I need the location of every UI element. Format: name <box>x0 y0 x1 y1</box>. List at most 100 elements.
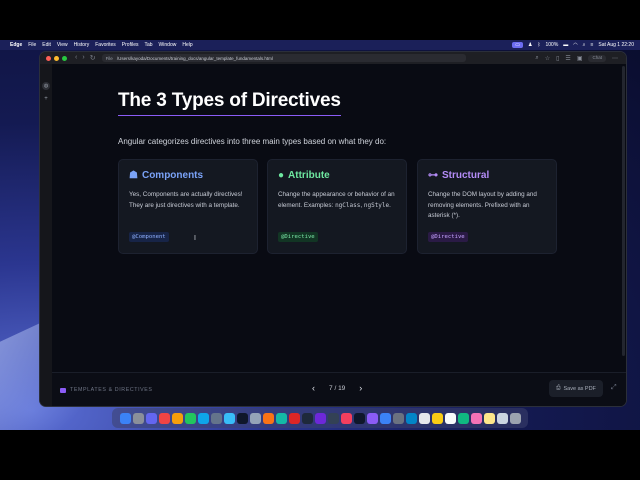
decorator-tag: @Component <box>129 232 169 242</box>
screen-share-icon[interactable]: ▭ <box>512 42 523 48</box>
back-arrow-icon[interactable]: ‹ <box>75 54 77 62</box>
page-scrollbar[interactable] <box>622 66 625 356</box>
bluetooth-icon[interactable]: ᛒ <box>537 42 540 48</box>
intro-text: Angular categorizes directives into thre… <box>118 137 387 146</box>
app-icon[interactable] <box>314 412 326 424</box>
notes-icon[interactable] <box>431 412 443 424</box>
menubar-clock[interactable]: Sat Aug 1 22:20 <box>598 42 634 48</box>
app-icon[interactable] <box>145 412 157 424</box>
decorator-tag: @Directive <box>278 232 318 242</box>
card-attribute: ● Attribute Change the appearance or beh… <box>267 159 407 254</box>
user-icon[interactable]: ♟ <box>528 42 532 48</box>
menu-app-name[interactable]: Edge <box>10 42 22 48</box>
github-icon[interactable] <box>353 412 365 424</box>
footer-brand-label: TEMPLATES & DIRECTIVES <box>70 387 153 393</box>
save-as-pdf-button[interactable]: ⎙ Save as PDF <box>549 380 603 397</box>
code-ngclass: ngClass <box>335 201 361 209</box>
app-icon[interactable] <box>197 412 209 424</box>
wifi-icon[interactable]: ◠ <box>573 42 577 48</box>
maximize-window-button[interactable] <box>62 55 67 61</box>
app-icon[interactable] <box>236 412 248 424</box>
reload-icon[interactable]: ↻ <box>90 54 96 62</box>
app-store-icon[interactable] <box>379 412 391 424</box>
app-icon[interactable] <box>483 412 495 424</box>
slide-footer: TEMPLATES & DIRECTIVES ‹ 7 / 19 › ⎙ Save… <box>52 372 626 406</box>
chrome-icon[interactable] <box>262 412 274 424</box>
menu-file[interactable]: File <box>28 42 36 48</box>
app-icon[interactable] <box>418 412 430 424</box>
macos-menubar: Edge File Edit View History Favorites Pr… <box>0 40 640 50</box>
app-icon[interactable] <box>288 412 300 424</box>
menu-history[interactable]: History <box>74 42 90 48</box>
battery-percent: 100% <box>545 42 559 48</box>
forward-arrow-icon[interactable]: › <box>82 54 84 62</box>
menu-profiles[interactable]: Profiles <box>122 42 139 48</box>
minimize-window-button[interactable] <box>54 55 59 61</box>
split-screen-icon[interactable]: ▯ <box>556 55 559 62</box>
chat-button[interactable]: Chat <box>588 54 606 62</box>
tab-favicon-icon[interactable]: ◍ <box>42 82 50 90</box>
app-icon[interactable] <box>223 412 235 424</box>
close-window-button[interactable] <box>46 55 51 61</box>
battery-icon[interactable]: ▬ <box>563 42 568 48</box>
app-icon[interactable] <box>444 412 456 424</box>
control-center-icon[interactable]: ≡ <box>590 42 593 48</box>
url-scheme: File <box>105 55 113 61</box>
component-icon: ☗ <box>129 170 138 181</box>
page-current: 7 <box>329 384 333 392</box>
favorite-star-icon[interactable]: ☆ <box>545 55 550 62</box>
app-icon[interactable] <box>405 412 417 424</box>
app-icon[interactable] <box>301 412 313 424</box>
menu-tab[interactable]: Tab <box>144 42 152 48</box>
page-total: 19 <box>338 384 346 392</box>
app-icon[interactable] <box>249 412 261 424</box>
collections-icon[interactable]: ▣ <box>577 55 583 62</box>
more-menu-icon[interactable]: ⋯ <box>612 55 618 62</box>
menu-edit[interactable]: Edit <box>42 42 51 48</box>
edge-icon[interactable] <box>275 412 287 424</box>
macos-dock <box>112 408 528 428</box>
menu-window[interactable]: Window <box>159 42 177 48</box>
card-description: Change the appearance or behavior of an … <box>278 190 396 211</box>
app-icon[interactable] <box>171 412 183 424</box>
fullscreen-icon[interactable]: ⤢ <box>611 384 617 392</box>
app-icon[interactable] <box>158 412 170 424</box>
pagination: ‹ 7 / 19 › <box>312 383 362 393</box>
address-bar[interactable]: File /Users/kayoda/Documents/training_do… <box>101 54 466 62</box>
search-icon[interactable]: ⌕ <box>583 42 586 48</box>
zoom-icon[interactable]: ⌕ <box>535 55 538 62</box>
app-icon[interactable] <box>366 412 378 424</box>
text-cursor-icon: I <box>194 235 196 242</box>
nav-buttons: ‹ › ↻ <box>75 54 96 62</box>
finder-icon[interactable] <box>119 412 131 424</box>
menu-view[interactable]: View <box>57 42 68 48</box>
save-as-pdf-label: Save as PDF <box>563 385 596 392</box>
downloads-icon[interactable] <box>496 412 508 424</box>
launchpad-icon[interactable] <box>132 412 144 424</box>
structure-icon: ⊶ <box>428 170 438 181</box>
new-tab-plus-icon[interactable]: + <box>44 96 48 102</box>
menu-help[interactable]: Help <box>182 42 192 48</box>
slide-page: The 3 Types of Directives Angular catego… <box>52 64 626 406</box>
printer-icon: ⎙ <box>556 385 561 391</box>
card-heading: ☗ Components <box>129 170 247 181</box>
decorator-tag: @Directive <box>428 232 468 242</box>
app-icon[interactable] <box>470 412 482 424</box>
menu-favorites[interactable]: Favorites <box>95 42 116 48</box>
app-icon[interactable] <box>327 412 339 424</box>
favorites-icon[interactable]: ☰ <box>565 55 570 62</box>
app-icon[interactable] <box>210 412 222 424</box>
settings-icon[interactable] <box>392 412 404 424</box>
messages-icon[interactable] <box>184 412 196 424</box>
prev-slide-button[interactable]: ‹ <box>312 383 315 393</box>
card-heading-text: Structural <box>442 170 490 181</box>
code-ngstyle: ngStyle <box>363 201 390 209</box>
app-icon[interactable] <box>340 412 352 424</box>
browser-actions: ⌕ ☆ ▯ ☰ ▣ Chat ⋯ <box>535 54 618 62</box>
vertical-tab-sidebar: ◍ + <box>40 64 52 406</box>
app-icon[interactable] <box>457 412 469 424</box>
next-slide-button[interactable]: › <box>359 383 362 393</box>
palette-icon: ● <box>278 170 285 181</box>
trash-icon[interactable] <box>509 412 521 424</box>
brand-square-icon <box>60 387 66 393</box>
